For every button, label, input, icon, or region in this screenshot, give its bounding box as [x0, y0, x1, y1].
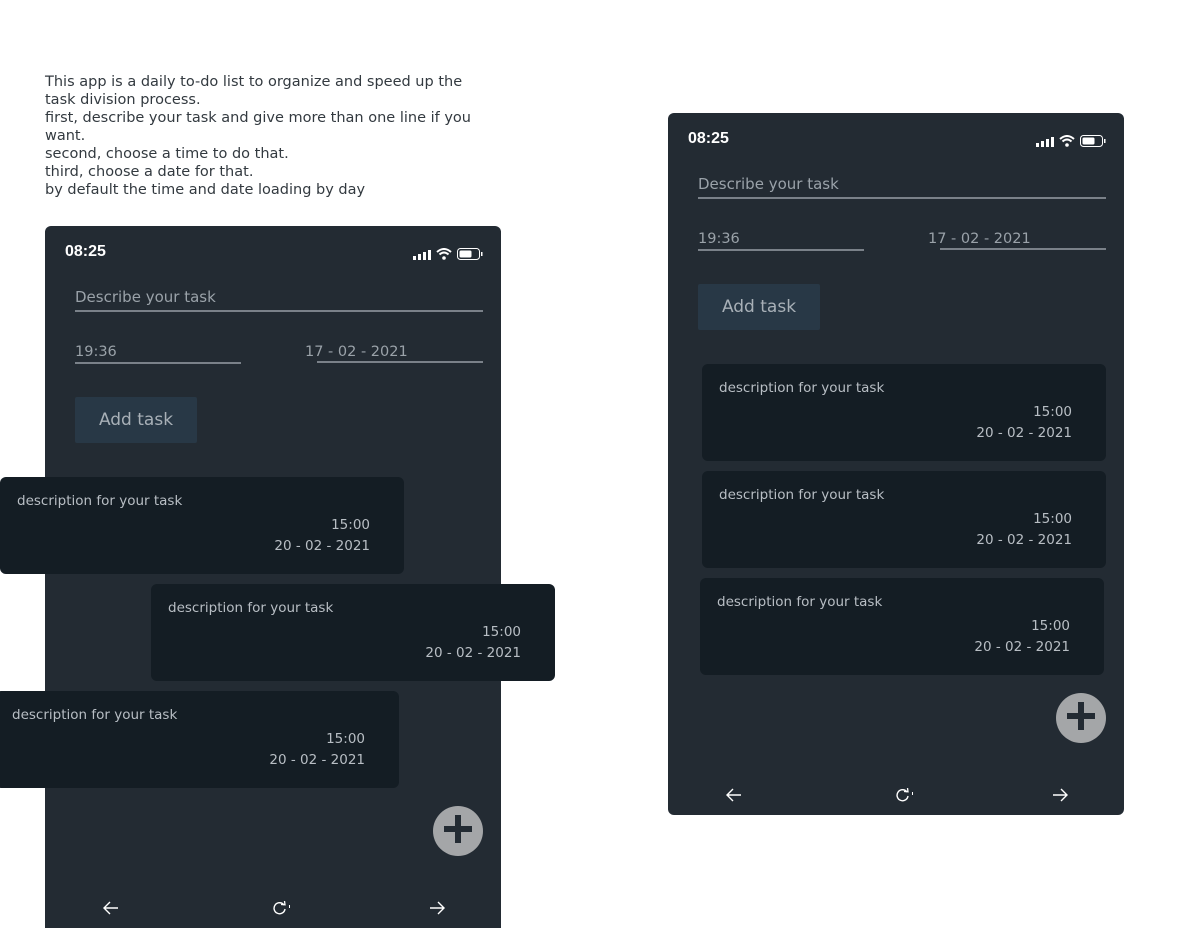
- task-description: description for your task: [17, 493, 183, 509]
- add-fab-button[interactable]: [433, 806, 483, 856]
- task-date: 20 - 02 - 2021: [974, 639, 1070, 655]
- task-card[interactable]: description for your task 15:00 20 - 02 …: [0, 477, 404, 574]
- date-input[interactable]: 17 - 02 - 2021: [928, 231, 1031, 247]
- task-card[interactable]: description for your task 15:00 20 - 02 …: [702, 364, 1106, 461]
- arrow-left-icon[interactable]: [101, 898, 121, 918]
- arrow-right-icon[interactable]: [1050, 785, 1070, 805]
- task-time: 15:00: [1031, 618, 1070, 634]
- reload-icon[interactable]: [273, 898, 293, 918]
- add-task-button[interactable]: Add task: [698, 284, 820, 330]
- signal-icon: [1036, 132, 1054, 151]
- instruction-line: by default the time and date loading by …: [45, 182, 366, 198]
- plus-icon: [1066, 701, 1096, 735]
- time-input[interactable]: 19:36: [75, 344, 241, 364]
- task-description-input[interactable]: Describe your task: [75, 288, 483, 312]
- task-description: description for your task: [12, 707, 178, 723]
- task-time: 15:00: [1033, 404, 1072, 420]
- task-date: 20 - 02 - 2021: [274, 538, 370, 554]
- task-date: 20 - 02 - 2021: [269, 752, 365, 768]
- wifi-icon: [436, 245, 452, 264]
- signal-icon: [413, 245, 431, 264]
- date-input[interactable]: 17 - 02 - 2021: [305, 344, 408, 360]
- plus-icon: [443, 814, 473, 848]
- wifi-icon: [1059, 132, 1075, 151]
- task-card[interactable]: description for your task 15:00 20 - 02 …: [702, 471, 1106, 568]
- task-description: description for your task: [717, 594, 883, 610]
- task-date: 20 - 02 - 2021: [976, 425, 1072, 441]
- date-input-underline: [317, 361, 483, 363]
- phone-mockup-scrolled: 08:25 Describe your task 19:36 17 - 02 -…: [0, 226, 555, 928]
- status-bar: 08:25: [45, 226, 501, 266]
- date-input-underline: [940, 248, 1106, 250]
- task-time: 15:00: [482, 624, 521, 640]
- arrow-right-icon[interactable]: [427, 898, 447, 918]
- status-time: 08:25: [688, 130, 729, 147]
- task-time: 15:00: [326, 731, 365, 747]
- status-bar: 08:25: [668, 113, 1124, 153]
- time-input[interactable]: 19:36: [698, 231, 864, 251]
- battery-icon: [457, 245, 483, 264]
- task-description: description for your task: [168, 600, 334, 616]
- task-card[interactable]: description for your task 15:00 20 - 02 …: [700, 578, 1104, 675]
- add-fab-button[interactable]: [1056, 693, 1106, 743]
- battery-icon: [1080, 132, 1106, 151]
- arrow-left-icon[interactable]: [724, 785, 744, 805]
- add-task-button[interactable]: Add task: [75, 397, 197, 443]
- task-card[interactable]: description for your task 15:00 20 - 02 …: [0, 691, 399, 788]
- phone-mockup: 08:25 Describe your task 19:36 17 - 02 -…: [668, 113, 1124, 815]
- instruction-line: third, choose a date for that.: [45, 164, 254, 180]
- status-time: 08:25: [65, 243, 106, 260]
- task-date: 20 - 02 - 2021: [425, 645, 521, 661]
- task-description: description for your task: [719, 487, 885, 503]
- task-card[interactable]: description for your task 15:00 20 - 02 …: [151, 584, 555, 681]
- instructions-text: This app is a daily to-do list to organi…: [45, 73, 485, 199]
- task-time: 15:00: [1033, 511, 1072, 527]
- instruction-line: second, choose a time to do that.: [45, 146, 289, 162]
- task-date: 20 - 02 - 2021: [976, 532, 1072, 548]
- reload-icon[interactable]: [896, 785, 916, 805]
- task-time: 15:00: [331, 517, 370, 533]
- task-description-input[interactable]: Describe your task: [698, 175, 1106, 199]
- bottom-nav: [45, 898, 501, 918]
- instruction-line: This app is a daily to-do list to organi…: [45, 74, 463, 108]
- instruction-line: first, describe your task and give more …: [45, 110, 471, 144]
- bottom-nav: [668, 785, 1124, 805]
- task-description: description for your task: [719, 380, 885, 396]
